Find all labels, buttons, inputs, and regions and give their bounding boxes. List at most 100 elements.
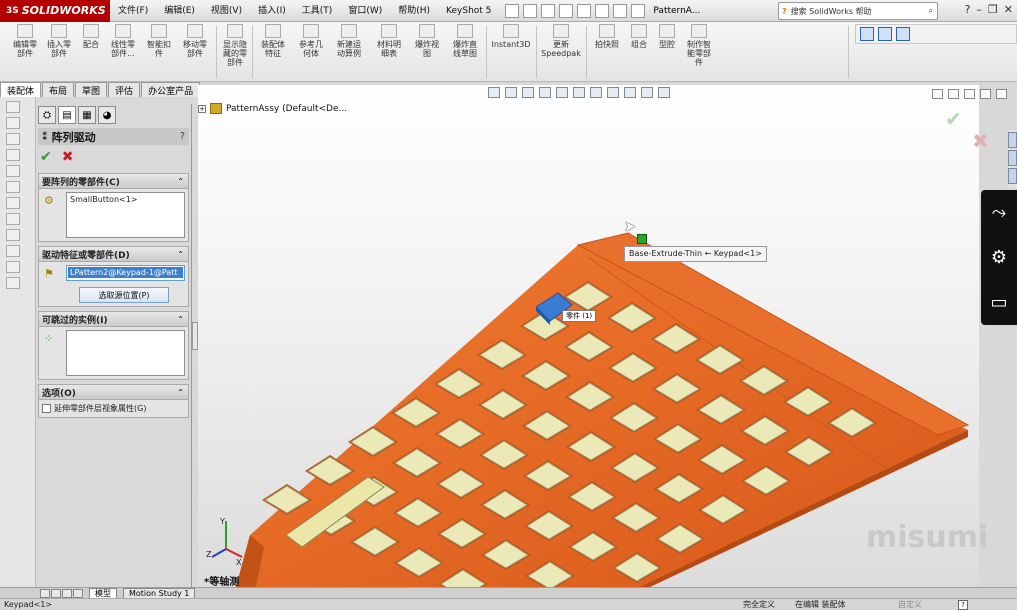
confirm-corner-ok-icon[interactable]: ✔ <box>945 107 962 131</box>
confirm-corner-cancel-icon[interactable]: ✖ <box>972 129 989 153</box>
select-icon[interactable] <box>595 3 610 18</box>
tool-icon[interactable] <box>6 229 20 241</box>
tile-view-icon[interactable] <box>948 89 959 99</box>
share-icon[interactable]: ⤳ <box>992 202 1006 223</box>
feature-tree-flyout[interactable]: + PatternAssy (Default<De... <box>198 103 347 114</box>
viewport-restore-icon[interactable] <box>980 89 991 99</box>
resources-icon[interactable] <box>1008 132 1017 148</box>
view-orientation-icon[interactable] <box>573 87 585 98</box>
instant3d-button[interactable]: Instant3D <box>488 24 534 49</box>
tab-office-products[interactable]: 办公室产品 <box>141 82 201 97</box>
help-button[interactable]: ? <box>180 131 185 142</box>
tab-evaluate[interactable]: 评估 <box>108 82 141 97</box>
status-help-icon[interactable]: ? <box>958 599 968 610</box>
zoom-to-fit-icon[interactable] <box>488 87 500 98</box>
prev-tab-icon[interactable] <box>51 588 61 598</box>
tool-icon[interactable] <box>6 117 20 129</box>
search-icon[interactable]: ⌕ <box>929 6 933 16</box>
menu-help[interactable]: 帮助(H) <box>390 0 438 22</box>
tool-icon[interactable] <box>6 245 20 257</box>
menu-window[interactable]: 窗口(W) <box>340 0 390 22</box>
tool-icon[interactable] <box>6 133 20 145</box>
restore-icon[interactable]: ❐ <box>988 3 998 16</box>
expand-icon[interactable]: + <box>198 104 206 113</box>
menu-file[interactable]: 文件(F) <box>110 0 156 22</box>
menu-tools[interactable]: 工具(T) <box>294 0 341 22</box>
tool-icon[interactable] <box>6 213 20 225</box>
explode-line-sketch-button[interactable]: 爆炸直 线草图 <box>442 24 488 58</box>
group-header[interactable]: 要阵列的零部件(C) ⌃ <box>39 174 188 189</box>
tool-icon[interactable] <box>6 277 20 289</box>
make-smart-component-button[interactable]: 制作智 能零部 件 <box>676 24 722 67</box>
minimize-icon[interactable]: – <box>976 3 982 16</box>
menu-keyshot[interactable]: KeyShot 5 <box>438 0 499 22</box>
print-icon[interactable] <box>559 3 574 18</box>
menu-view[interactable]: 视图(V) <box>203 0 250 22</box>
propagate-visual-properties-checkbox[interactable]: 延伸零部件层视象属性(G) <box>39 400 188 417</box>
tool-icon[interactable] <box>6 261 20 273</box>
tool-icon[interactable] <box>6 149 20 161</box>
search-input[interactable]: ? 搜索 SolidWorks 帮助 ⌕ <box>778 2 938 20</box>
group-header[interactable]: 驱动特征或零部件(D) ⌃ <box>39 247 188 262</box>
split-view-icon[interactable] <box>932 89 943 99</box>
task-icon-3[interactable] <box>896 27 910 41</box>
save-icon[interactable] <box>541 3 556 18</box>
file-explorer-icon[interactable] <box>1008 168 1017 184</box>
close-icon[interactable]: ✕ <box>1004 3 1013 16</box>
view-settings-icon[interactable] <box>658 87 670 98</box>
zoom-area-icon[interactable] <box>505 87 517 98</box>
skipped-instances-list[interactable] <box>66 330 185 376</box>
undo-icon[interactable] <box>577 3 592 18</box>
gear-icon[interactable]: ⚙ <box>991 247 1007 268</box>
section-view-icon[interactable] <box>539 87 551 98</box>
collapse-icon[interactable]: ⌃ <box>177 250 184 259</box>
collapse-icon[interactable]: ⌃ <box>177 315 184 324</box>
group-header[interactable]: 可跳过的实例(I) ⌃ <box>39 312 188 327</box>
property-manager-tab-icon[interactable]: ▤ <box>58 106 76 124</box>
display-style-icon[interactable] <box>590 87 602 98</box>
tool-icon[interactable] <box>6 165 20 177</box>
tool-icon[interactable] <box>6 181 20 193</box>
design-library-icon[interactable] <box>1008 150 1017 166</box>
open-icon[interactable] <box>523 3 538 18</box>
update-speedpak-button[interactable]: 更新 Speedpak <box>538 24 584 58</box>
help-menu-icon[interactable]: ? <box>965 3 971 16</box>
checkbox-box[interactable] <box>42 404 51 413</box>
last-tab-icon[interactable] <box>73 588 83 598</box>
solidworks-logo[interactable]: 3S SOLIDWORKS <box>0 0 110 22</box>
display-manager-tab-icon[interactable]: ◕ <box>98 106 116 124</box>
edit-appearance-icon[interactable] <box>624 87 636 98</box>
configuration-manager-tab-icon[interactable]: ▦ <box>78 106 96 124</box>
task-icon-2[interactable] <box>878 27 892 41</box>
new-icon[interactable] <box>505 3 520 18</box>
components-list[interactable]: SmallButton<1> <box>66 192 185 238</box>
collapse-icon[interactable]: ⌃ <box>177 388 184 397</box>
options-icon[interactable] <box>631 3 646 18</box>
driving-feature-field[interactable]: LPattern2@Keypad-1@Patt <box>66 265 185 281</box>
tab-assembly[interactable]: 装配体 <box>0 82 42 97</box>
feature-manager-tab-icon[interactable]: ⛭ <box>38 106 56 124</box>
menu-insert[interactable]: 插入(I) <box>250 0 294 22</box>
menu-edit[interactable]: 编辑(E) <box>156 0 203 22</box>
next-tab-icon[interactable] <box>62 588 72 598</box>
list-item[interactable]: SmallButton<1> <box>70 195 138 204</box>
selection-handle[interactable] <box>637 234 647 244</box>
rebuild-icon[interactable] <box>613 3 628 18</box>
group-header[interactable]: 选项(O) ⌃ <box>39 385 188 400</box>
graphics-area[interactable] <box>198 85 979 587</box>
select-source-position-button[interactable]: 选取源位置(P) <box>79 287 169 303</box>
monitor-icon[interactable]: ▭ <box>990 292 1007 313</box>
status-custom-units[interactable]: 自定义 <box>898 599 922 610</box>
first-tab-icon[interactable] <box>40 588 50 598</box>
viewport-close-icon[interactable] <box>996 89 1007 99</box>
tool-icon[interactable] <box>6 101 20 113</box>
tab-sketch[interactable]: 草图 <box>75 82 108 97</box>
ok-button[interactable]: ✔ <box>40 149 52 165</box>
tool-icon[interactable] <box>6 197 20 209</box>
cancel-button[interactable]: ✖ <box>62 149 74 165</box>
previous-view-icon[interactable] <box>522 87 534 98</box>
viewport-minimize-icon[interactable] <box>964 89 975 99</box>
collapse-icon[interactable]: ⌃ <box>177 177 184 186</box>
tab-layout[interactable]: 布局 <box>42 82 75 97</box>
tab-model[interactable]: 模型 <box>89 587 117 599</box>
